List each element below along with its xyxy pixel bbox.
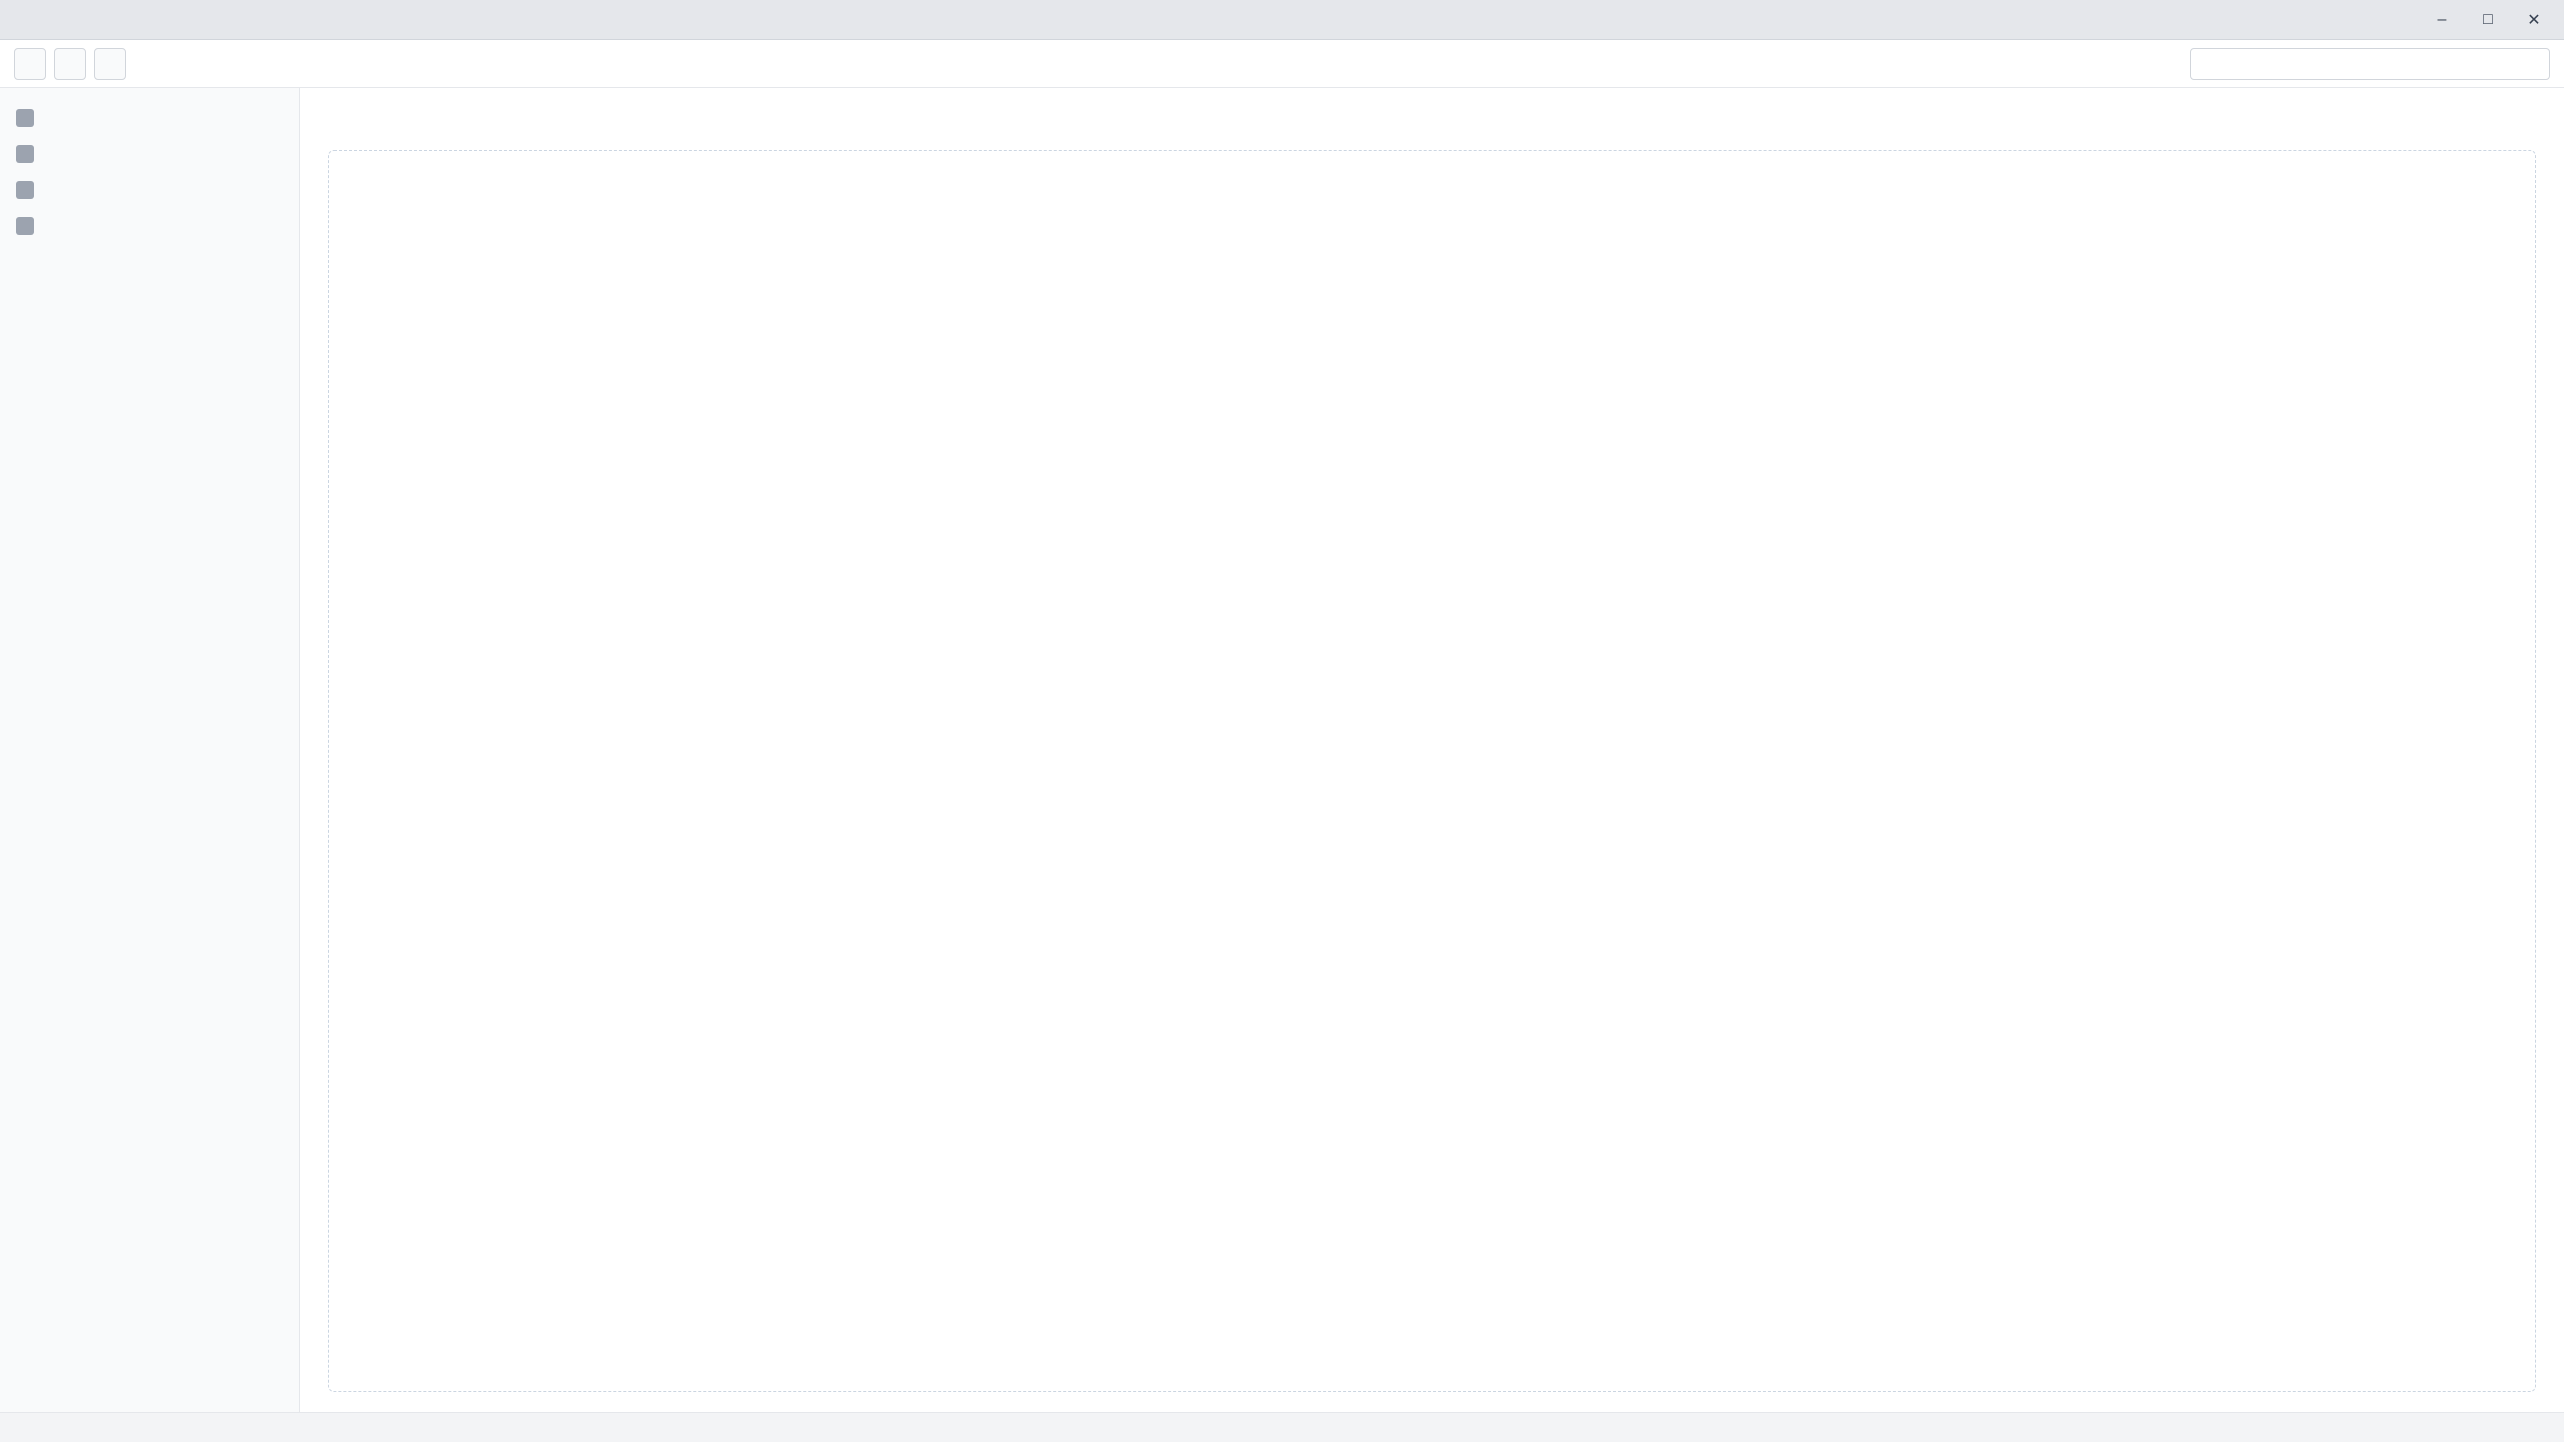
page-title: [328, 108, 2536, 136]
status-bar: [0, 1412, 2564, 1442]
main-panel: [300, 88, 2564, 1412]
maximize-icon[interactable]: □: [2470, 6, 2506, 34]
close-icon[interactable]: ✕: [2516, 6, 2552, 34]
content-area: [328, 150, 2536, 1392]
sidebar-item-3[interactable]: [0, 172, 299, 208]
placeholder-icon: [16, 109, 34, 127]
placeholder-icon: [16, 145, 34, 163]
search-input[interactable]: [2190, 47, 2550, 80]
sidebar-item-1[interactable]: [0, 100, 299, 136]
minimize-icon[interactable]: –: [2424, 6, 2460, 34]
toolbar-button-3[interactable]: [94, 47, 126, 80]
sidebar-item-2[interactable]: [0, 136, 299, 172]
toolbar-button-1[interactable]: [14, 47, 46, 80]
sidebar: [0, 88, 300, 1412]
window-body: [0, 88, 2564, 1412]
placeholder-icon: [16, 181, 34, 199]
sidebar-item-4[interactable]: [0, 208, 299, 244]
title-bar: – □ ✕: [0, 0, 2564, 40]
app-window: – □ ✕: [0, 0, 2564, 1442]
toolbar: [0, 40, 2564, 88]
placeholder-icon: [16, 217, 34, 235]
toolbar-button-2[interactable]: [54, 47, 86, 80]
